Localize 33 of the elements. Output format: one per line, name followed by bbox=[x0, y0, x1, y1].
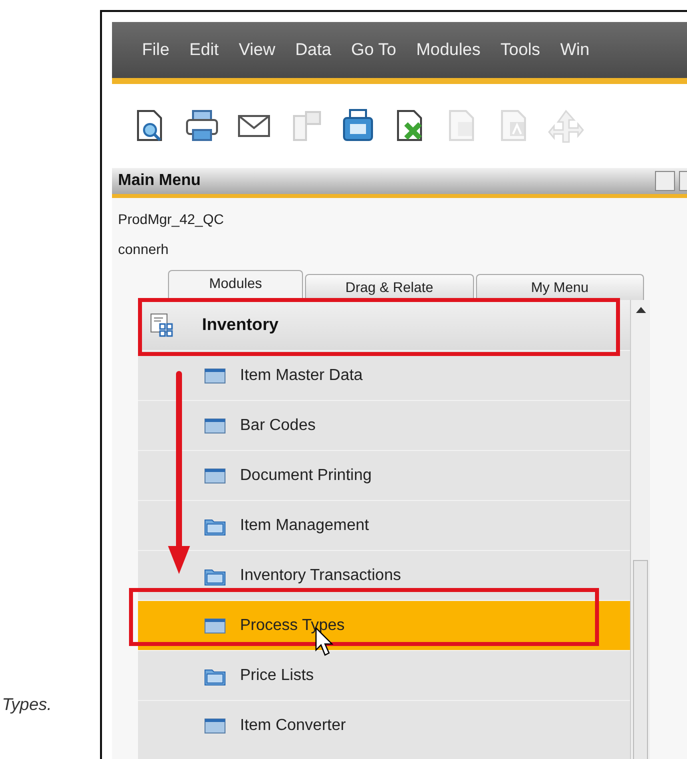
printer-icon[interactable] bbox=[184, 108, 220, 144]
window-icon bbox=[204, 466, 226, 486]
tab[interactable]: Drag & Relate bbox=[305, 274, 474, 300]
menu-item[interactable]: File bbox=[142, 37, 170, 63]
company-name: ProdMgr_42_QC bbox=[118, 210, 225, 229]
user-name: connerh bbox=[118, 240, 170, 259]
menu-item[interactable]: Tools bbox=[500, 37, 540, 63]
module-icon bbox=[150, 313, 174, 337]
tab[interactable]: My Menu bbox=[476, 274, 644, 300]
scroll-thumb[interactable] bbox=[633, 560, 648, 759]
menu-list-item[interactable]: Price Lists bbox=[138, 650, 630, 700]
menu-list-item[interactable]: Item Master Data bbox=[138, 350, 630, 400]
window-icon bbox=[204, 616, 226, 636]
window-icon bbox=[204, 366, 226, 386]
menu-list-item[interactable]: Item Converter bbox=[138, 700, 630, 750]
menu-list-item[interactable]: Process Types bbox=[138, 600, 630, 650]
window-icon bbox=[204, 716, 226, 736]
menu-item[interactable]: View bbox=[238, 37, 276, 63]
window-icon bbox=[204, 416, 226, 436]
fax-machine-icon[interactable] bbox=[340, 108, 376, 144]
module-title: Inventory bbox=[202, 314, 279, 336]
caption-text: Types. bbox=[1, 694, 52, 716]
menu-item[interactable]: Edit bbox=[189, 37, 219, 63]
menu-item[interactable]: Data bbox=[295, 37, 332, 63]
panel-title: Main Menu bbox=[118, 171, 201, 191]
tab[interactable]: Modules bbox=[168, 270, 304, 300]
menu-item[interactable]: Go To bbox=[351, 37, 396, 63]
minimize-button[interactable] bbox=[655, 171, 675, 191]
menu-item[interactable]: Modules bbox=[416, 37, 480, 63]
menu-list-item[interactable]: Bar Codes bbox=[138, 400, 630, 450]
menu-list-item[interactable]: Document Printing bbox=[138, 450, 630, 500]
scrollbar[interactable] bbox=[630, 300, 650, 759]
menu-item[interactable]: Win bbox=[560, 37, 590, 63]
